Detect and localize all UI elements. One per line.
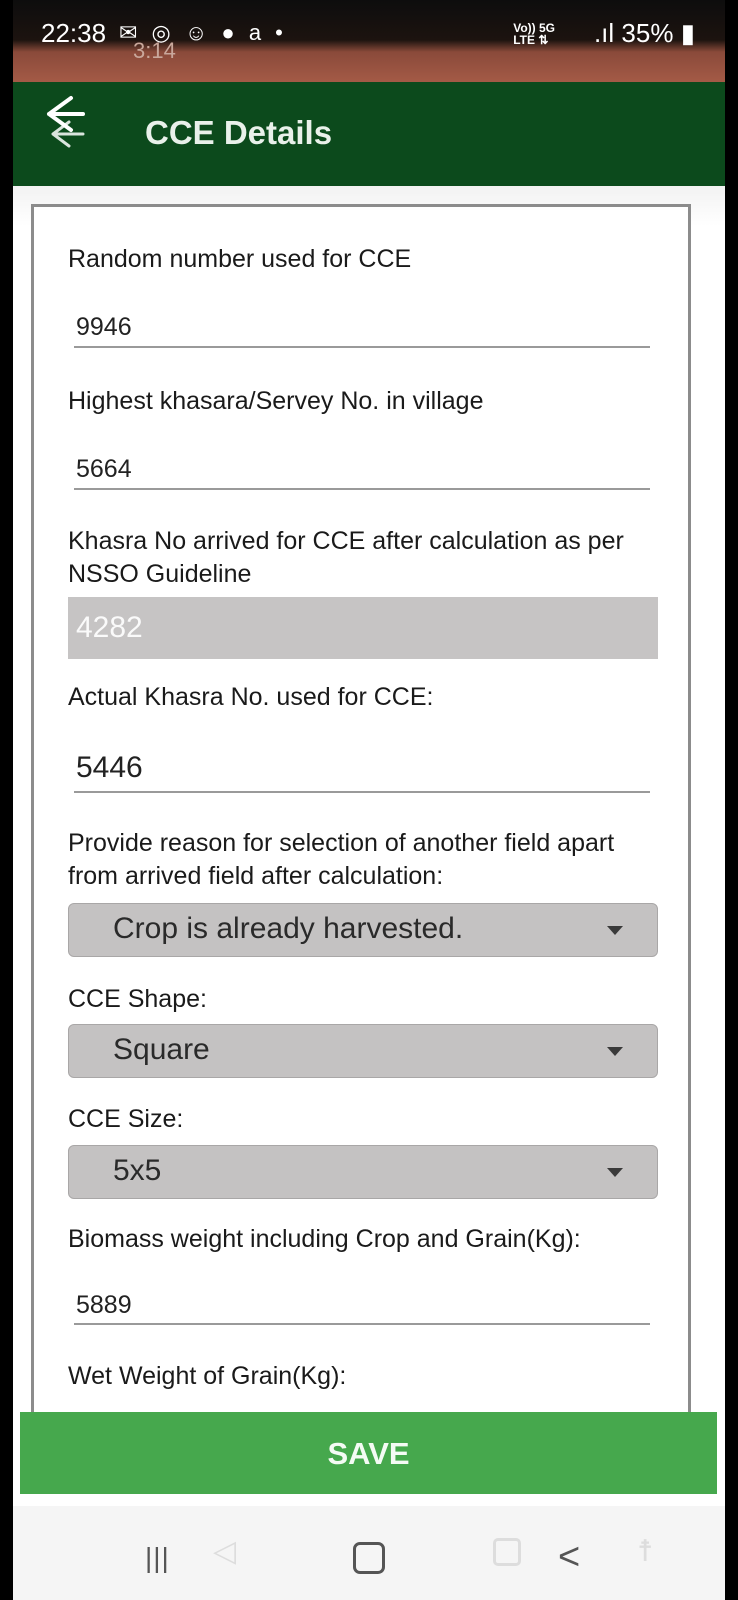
shape-selected: Square [113, 1033, 210, 1066]
recents-icon[interactable]: ||| [145, 1542, 170, 1574]
ghost-back-icon: ◁ [213, 1535, 237, 1568]
reason-selected: Crop is already harvested. [113, 912, 464, 945]
actual-khasra-input[interactable]: 5446 [76, 751, 143, 785]
shape-label: CCE Shape: [68, 985, 207, 1013]
form-card: Random number used for CCE 9946 Highest … [31, 204, 691, 1417]
nav-back-icon[interactable]: < [558, 1536, 580, 1579]
dropdown-arrow-icon [607, 1168, 623, 1177]
system-nav-bar: ||| ◁ < ☨ [13, 1506, 725, 1600]
app-screen: 22:38 ✉ ◎ ☺ ● a • 3:14 Vo)) 5G LTE ⇅ .ıl … [13, 0, 725, 1600]
biomass-label: Biomass weight including Crop and Grain(… [68, 1225, 581, 1253]
status-time: 22:38 [41, 18, 107, 48]
khasra-arrived-field: 4282 [68, 597, 658, 659]
battery-percent: 35% [621, 18, 674, 48]
ghost-square-icon [493, 1538, 521, 1566]
battery-status: .ıl 35% ▮ [594, 18, 695, 49]
accessibility-icon: ☨ [637, 1535, 654, 1568]
actual-khasra-label: Actual Khasra No. used for CCE: [68, 683, 434, 711]
biomass-underline [74, 1323, 650, 1325]
page-title: CCE Details [145, 114, 333, 151]
dropdown-arrow-icon [607, 926, 623, 935]
back-arrow-icon[interactable] [37, 92, 97, 152]
status-bar: 22:38 ✉ ◎ ☺ ● a • 3:14 Vo)) 5G LTE ⇅ .ıl … [13, 0, 725, 82]
khasra-arrived-label: Khasra No arrived for CCE after calculat… [68, 527, 624, 588]
actual-khasra-underline [74, 791, 650, 793]
random-number-label: Random number used for CCE [68, 245, 412, 273]
highest-khasara-input[interactable]: 5664 [76, 455, 132, 484]
size-selected: 5x5 [113, 1154, 162, 1187]
battery-icon: ▮ [680, 18, 695, 48]
save-button[interactable]: SAVE [20, 1412, 717, 1494]
signal-icon: .ıl [593, 18, 615, 48]
home-icon[interactable] [353, 1542, 385, 1574]
app-bar: CCE Details [13, 82, 725, 186]
highest-khasara-label: Highest khasara/Servey No. in village [68, 387, 484, 415]
ghost-time: 3:14 [133, 38, 176, 63]
random-number-input[interactable]: 9946 [76, 313, 132, 342]
network-icon: Vo)) 5G LTE ⇅ [513, 21, 555, 47]
reason-dropdown[interactable]: Crop is already harvested. [68, 903, 658, 957]
random-number-underline [74, 346, 650, 348]
content-area: Random number used for CCE 9946 Highest … [13, 186, 725, 1417]
size-dropdown[interactable]: 5x5 [68, 1145, 658, 1199]
size-label: CCE Size: [68, 1105, 184, 1133]
wet-weight-label: Wet Weight of Grain(Kg): [68, 1362, 347, 1390]
dropdown-arrow-icon [607, 1047, 623, 1056]
biomass-input[interactable]: 5889 [76, 1291, 132, 1320]
shape-dropdown[interactable]: Square [68, 1024, 658, 1078]
highest-khasara-underline [74, 488, 650, 490]
reason-label: Provide reason for selection of another … [68, 829, 615, 890]
